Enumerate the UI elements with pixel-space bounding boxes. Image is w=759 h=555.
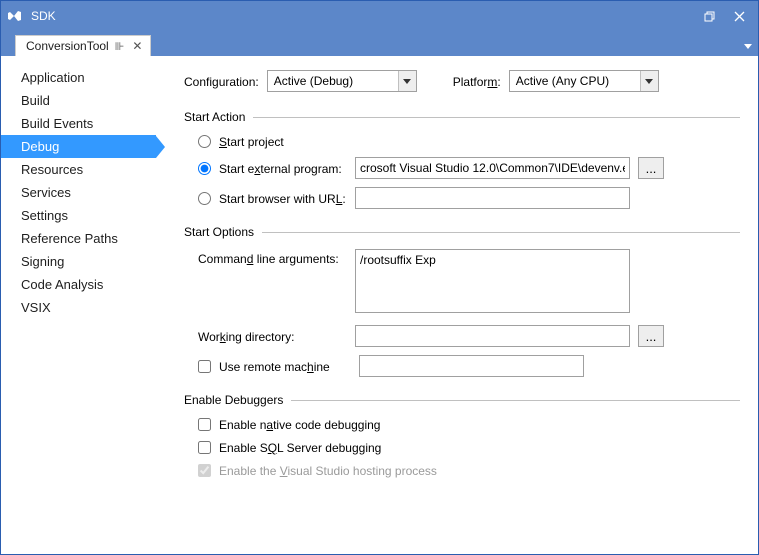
start-browser-label: Start browser with URL: [219,191,347,206]
sidebar-item-application[interactable]: Application [1,66,156,89]
section-header: Enable Debuggers [184,393,740,407]
section-header: Start Options [184,225,740,239]
tab-label: ConversionTool [26,39,109,53]
start-browser-radio[interactable] [198,192,211,205]
divider [291,400,740,401]
sidebar-item-build-events[interactable]: Build Events [1,112,156,135]
start-project-row: Start project [184,134,740,149]
workdir-label: Working directory: [198,329,347,344]
sidebar-item-services[interactable]: Services [1,181,156,204]
sidebar-item-signing[interactable]: Signing [1,250,156,273]
browse-workdir-button[interactable]: ... [638,325,664,347]
hosting-label: Enable the Visual Studio hosting process [219,463,437,478]
hosting-checkbox [198,464,211,477]
configuration-label: Configuration: [184,74,259,89]
divider [253,117,740,118]
window-title: SDK [31,9,694,23]
sql-checkbox[interactable] [198,441,211,454]
section-title: Start Action [184,110,245,124]
titlebar: SDK [1,1,758,31]
remote-row: Use remote machine [184,355,740,377]
start-external-label: Start external program: [219,161,347,176]
configuration-combo[interactable]: Active (Debug) [267,70,417,92]
hosting-row: Enable the Visual Studio hosting process [184,463,740,478]
sidebar-item-resources[interactable]: Resources [1,158,156,181]
start-browser-input[interactable] [355,187,630,209]
browse-external-button[interactable]: ... [638,157,664,179]
sql-row: Enable SQL Server debugging [184,440,740,455]
remote-input[interactable] [359,355,584,377]
section-start-options: Start Options Command line arguments: Wo… [184,225,740,377]
start-external-input[interactable] [355,157,630,179]
tabstrip-menu-icon[interactable] [744,38,752,52]
pin-icon[interactable]: ⊪ [115,40,125,53]
sidebar-item-build[interactable]: Build [1,89,156,112]
sql-label: Enable SQL Server debugging [219,440,381,455]
chevron-down-icon [640,71,658,91]
cmd-args-input[interactable] [355,249,630,313]
platform-label: Platform: [453,74,501,89]
start-external-row: Start external program: ... [184,157,740,179]
chevron-down-icon [398,71,416,91]
vs-logo-icon [5,6,25,26]
start-project-radio[interactable] [198,135,211,148]
native-label: Enable native code debugging [219,417,380,432]
start-project-label: Start project [219,134,284,149]
remote-label: Use remote machine [219,359,351,374]
section-start-action: Start Action Start project Start externa… [184,110,740,209]
cmd-args-row: Command line arguments: [184,249,740,313]
window: SDK ConversionTool ⊪ ✕ Application Build… [0,0,759,555]
section-title: Start Options [184,225,254,239]
cmd-args-label: Command line arguments: [198,249,347,266]
close-button[interactable] [724,5,754,27]
tabstrip: ConversionTool ⊪ ✕ [1,31,758,56]
sidebar-item-settings[interactable]: Settings [1,204,156,227]
start-external-radio[interactable] [198,162,211,175]
native-row: Enable native code debugging [184,417,740,432]
section-title: Enable Debuggers [184,393,283,407]
tab-close-icon[interactable]: ✕ [130,39,144,53]
divider [262,232,740,233]
sidebar-item-code-analysis[interactable]: Code Analysis [1,273,156,296]
section-header: Start Action [184,110,740,124]
section-enable-debuggers: Enable Debuggers Enable native code debu… [184,393,740,478]
sidebar-item-reference-paths[interactable]: Reference Paths [1,227,156,250]
sidebar-item-debug[interactable]: Debug [1,135,156,158]
body: Application Build Build Events Debug Res… [1,56,758,554]
workdir-input[interactable] [355,325,630,347]
remote-checkbox[interactable] [198,360,211,373]
sidebar-item-vsix[interactable]: VSIX [1,296,156,319]
config-row: Configuration: Active (Debug) Platform: … [184,70,740,92]
workdir-row: Working directory: ... [184,325,740,347]
content: Configuration: Active (Debug) Platform: … [156,56,758,554]
start-browser-row: Start browser with URL: [184,187,740,209]
restore-button[interactable] [694,5,724,27]
sidebar: Application Build Build Events Debug Res… [1,56,156,554]
native-checkbox[interactable] [198,418,211,431]
platform-combo[interactable]: Active (Any CPU) [509,70,659,92]
tab-conversiontool[interactable]: ConversionTool ⊪ ✕ [15,35,151,56]
